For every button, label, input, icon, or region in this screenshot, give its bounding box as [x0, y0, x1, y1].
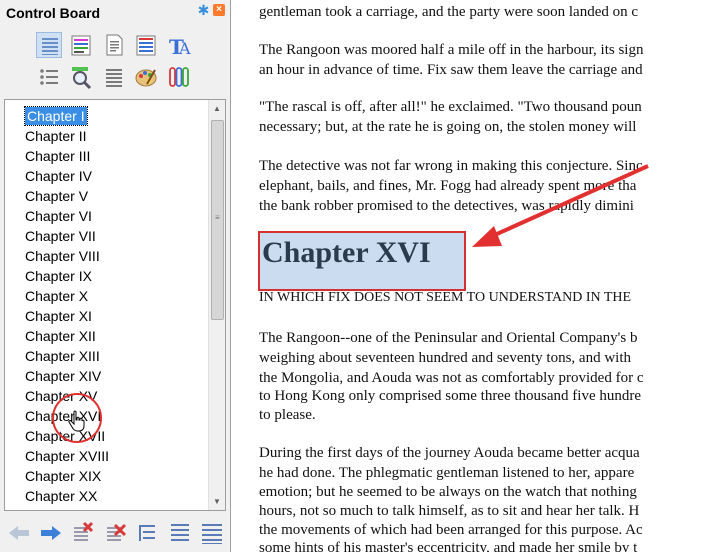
doc-line: the movements of which had been arranged… [259, 522, 643, 538]
chapter-list-item[interactable]: Chapter VIII [25, 247, 100, 265]
doc-line: the bank robber promised to the detectiv… [259, 198, 634, 214]
chapter-list-item[interactable]: Chapter VI [25, 207, 92, 225]
doc-line: During the first days of the journey Aou… [259, 445, 640, 461]
chapter-list-item[interactable]: Chapter XVIII [25, 447, 109, 465]
doc-line: the Mongolia, and Aouda was not as comfo… [259, 370, 644, 386]
doc-line: The detective was not far wrong in makin… [259, 158, 643, 174]
chapter-list-item[interactable]: Chapter IV [25, 167, 92, 185]
chapter-list[interactable]: Chapter I Chapter II Chapter III Chapter IV… [4, 99, 226, 511]
delete-all-icon[interactable] [103, 520, 129, 546]
chapter-list-item[interactable]: Chapter XII [25, 327, 96, 345]
chapter-list-item[interactable]: Chapter XX [25, 487, 97, 505]
doc-line: elephant, bails, and fines, Mr. Fogg had… [259, 178, 637, 194]
doc-line: The Rangoon--one of the Peninsular and O… [259, 330, 638, 346]
chapter-list-item[interactable]: Chapter I [24, 106, 88, 126]
chapter-list-item[interactable]: Chapter VII [25, 227, 96, 245]
collapse-icon[interactable] [167, 520, 193, 546]
chapter-list-item[interactable]: Chapter XIV [25, 367, 101, 385]
chapter-list-item[interactable]: Chapter XI [25, 307, 92, 325]
scroll-up-icon[interactable]: ▲ [209, 100, 225, 117]
doc-line: some hints of his master's eccentricity,… [259, 540, 638, 552]
delete-icon[interactable] [70, 520, 96, 546]
doc-line: weighing about seventeen hundred and sev… [259, 350, 631, 366]
bullet-list-icon[interactable] [36, 64, 62, 90]
panel-title: Control Board [6, 5, 101, 21]
doc-line: to please. [259, 407, 316, 423]
show-headings-icon[interactable] [36, 32, 62, 58]
document-view[interactable]: gentleman took a carriage, and the party… [232, 0, 704, 552]
attachment-icon[interactable] [166, 64, 192, 90]
chapter-subtitle: IN WHICH FIX DOES NOT SEEM TO UNDERSTAND… [259, 290, 632, 305]
chapter-list-item[interactable]: Chapter XIX [25, 467, 101, 485]
chapter-list-item[interactable]: Chapter XIII [25, 347, 100, 365]
gear-icon[interactable]: ✱ [197, 3, 210, 17]
text-view-icon[interactable] [68, 32, 94, 58]
doc-line: The Rangoon was moored half a mile off i… [259, 42, 644, 58]
panel-header: Control Board ✱ × [0, 0, 231, 26]
expand-icon[interactable] [199, 520, 225, 546]
document-icon[interactable] [101, 32, 127, 58]
chapter-list-item[interactable]: Chapter III [25, 147, 90, 165]
chapter-list-item[interactable]: Chapter X [25, 287, 88, 305]
palette-icon[interactable] [133, 64, 159, 90]
doc-line: to Hong Kong only comprised some three t… [259, 388, 642, 404]
doc-line: an hour in advance of time. Fix saw them… [259, 62, 643, 78]
list-scrollbar[interactable]: ▲ ≡ ▼ [208, 100, 225, 510]
back-arrow-icon[interactable] [6, 520, 32, 546]
svg-text:A: A [178, 39, 191, 58]
chapter-list-item[interactable]: Chapter IX [25, 267, 92, 285]
chapter-list-item[interactable]: Chapter II [25, 127, 86, 145]
find-icon[interactable] [68, 64, 94, 90]
doc-line: necessary; but, at the rate he is going … [259, 119, 637, 135]
doc-line: gentleman took a carriage, and the party… [259, 4, 639, 20]
doc-line: he had done. The phlegmatic gentleman li… [259, 465, 635, 481]
control-board-panel: Control Board ✱ × TA Chapter I Chapter II… [0, 0, 231, 552]
outline-icon[interactable] [135, 520, 161, 546]
scroll-down-icon[interactable]: ▼ [209, 493, 225, 510]
align-icon[interactable] [101, 64, 127, 90]
forward-arrow-icon[interactable] [38, 520, 64, 546]
chapter-list-item[interactable]: Chapter V [25, 187, 88, 205]
close-icon[interactable]: × [213, 4, 225, 16]
list-view-icon[interactable] [133, 32, 159, 58]
hand-cursor-icon [68, 410, 85, 432]
chapter-heading: Chapter XVI [258, 231, 466, 291]
scroll-thumb[interactable]: ≡ [211, 120, 224, 320]
doc-line: emotion; but he seemed to be always on t… [259, 484, 637, 500]
grip-icon: ≡ [215, 213, 220, 222]
font-style-icon[interactable]: TA [166, 32, 192, 58]
doc-line: hours, not so much to talk himself, as t… [259, 503, 640, 519]
doc-line: "The rascal is off, after all!" he excla… [259, 99, 642, 115]
